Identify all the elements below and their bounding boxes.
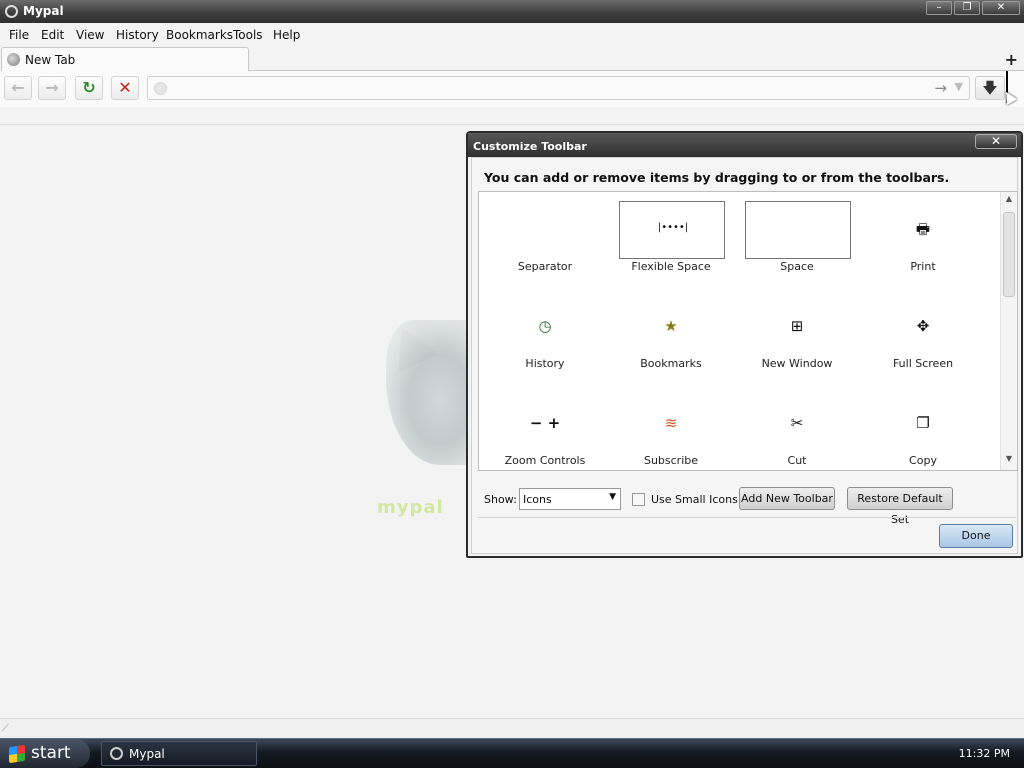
palette-item-label: Cut: [787, 454, 807, 467]
add-new-toolbar-button[interactable]: Add New Toolbar: [739, 487, 835, 510]
palette-item-cut[interactable]: ✂ Cut: [734, 386, 860, 478]
palette-item-separator[interactable]: Separator: [482, 192, 608, 284]
minimize-button[interactable]: –: [926, 1, 952, 15]
restore-default-set-button[interactable]: Restore Default Set: [847, 487, 953, 526]
taskbar: start Mypal 11:32 PM: [0, 738, 1024, 768]
palette-item-full-screen[interactable]: ✥ Full Screen: [860, 289, 986, 381]
bookmarks-star-icon: ★: [664, 317, 678, 335]
dialog-title: Customize Toolbar: [473, 140, 587, 153]
system-clock: 11:32 PM: [958, 747, 1010, 760]
mypal-wordmark: mypal: [377, 497, 444, 518]
dialog-divider: [478, 517, 1016, 518]
scroll-thumb[interactable]: [1003, 212, 1015, 297]
back-button[interactable]: ←: [4, 76, 32, 100]
small-icons-label: Use Small Icons: [651, 493, 738, 506]
show-mode-select[interactable]: Icons ▼: [519, 488, 621, 510]
menu-help[interactable]: Help: [273, 28, 300, 42]
palette-item-label: Zoom Controls: [504, 454, 586, 467]
new-window-icon: ⊞: [790, 317, 804, 335]
task-label: Mypal: [129, 747, 165, 761]
customize-toolbar-dialog: Customize Toolbar ✕ You can add or remov…: [466, 131, 1023, 558]
palette-item-copy[interactable]: ❐ Copy: [860, 386, 986, 470]
palette-item-label: Print: [910, 260, 936, 273]
zoom-controls-icon: − +: [529, 414, 561, 432]
flexible-space-icon: |••••|: [657, 222, 689, 233]
mypal-task-icon: [110, 747, 123, 760]
forward-button[interactable]: →: [38, 76, 66, 100]
menu-edit[interactable]: Edit: [41, 28, 64, 42]
palette-scrollbar[interactable]: ▲ ▼: [1000, 192, 1017, 470]
download-button[interactable]: 🡇: [975, 76, 1005, 100]
menu-file[interactable]: File: [9, 28, 29, 42]
toolbar-item-palette: Separator |••••| Flexible Space Space 🖶 …: [478, 191, 1018, 471]
dialog-titlebar: Customize Toolbar ✕: [468, 133, 1021, 157]
navigation-toolbar: ← → ↻ ✕ → ▼ 🡇: [0, 71, 1024, 107]
space-box: [745, 201, 851, 259]
windows-flag-icon: [9, 744, 25, 764]
start-button[interactable]: start: [0, 739, 90, 768]
history-clock-icon: ◷: [538, 317, 552, 335]
tab-label: New Tab: [25, 53, 76, 67]
scissors-icon: ✂: [790, 414, 804, 432]
palette-item-print[interactable]: 🖶 Print: [860, 192, 986, 284]
mypal-logo-icon: [5, 5, 18, 18]
palette-item-bookmarks[interactable]: ★ Bookmarks: [608, 289, 734, 381]
show-mode-value: Icons: [523, 493, 552, 506]
small-icons-checkbox[interactable]: [632, 493, 645, 506]
scroll-down-icon[interactable]: ▼: [1001, 454, 1017, 468]
tab-new-tab[interactable]: New Tab: [1, 47, 249, 71]
show-label: Show:: [484, 493, 517, 506]
palette-item-label: Subscribe: [643, 454, 699, 467]
window-title: Mypal: [23, 4, 64, 18]
flexible-space-box: |••••|: [619, 201, 725, 259]
menu-bar: File Edit View History Bookmarks Tools H…: [0, 23, 1024, 47]
url-bar[interactable]: → ▼: [147, 76, 970, 100]
cat-mascot-graphic: [386, 320, 476, 465]
stop-button[interactable]: ✕: [111, 76, 139, 100]
palette-item-flexible-space[interactable]: |••••| Flexible Space: [608, 192, 734, 284]
palette-item-label: Separator: [517, 260, 573, 273]
palette-item-label: Copy: [909, 454, 937, 467]
print-icon: 🖶: [915, 220, 931, 238]
done-button[interactable]: Done: [939, 524, 1013, 548]
url-dropdown-icon[interactable]: ▼: [955, 80, 963, 93]
reload-button[interactable]: ↻: [75, 76, 103, 100]
dialog-body: You can add or remove items by dragging …: [471, 157, 1018, 554]
resize-grip-icon[interactable]: ⟋: [2, 723, 12, 735]
palette-item-zoom-controls[interactable]: − + Zoom Controls: [482, 386, 608, 478]
window-titlebar: Mypal – ❐ ✕: [0, 0, 1024, 23]
dialog-instruction: You can add or remove items by dragging …: [484, 170, 950, 185]
dialog-close-button[interactable]: ✕: [975, 134, 1017, 149]
rss-feed-icon: ≋: [664, 414, 678, 432]
new-tab-button[interactable]: +: [1005, 50, 1018, 69]
palette-item-label: Bookmarks: [640, 357, 702, 370]
full-screen-icon: ✥: [916, 317, 930, 335]
go-arrow-icon[interactable]: →: [934, 79, 947, 97]
maximize-button[interactable]: ❐: [954, 1, 980, 15]
taskbar-mypal-button[interactable]: Mypal: [101, 741, 257, 766]
palette-item-subscribe[interactable]: ≋ Subscribe: [608, 386, 734, 478]
status-bar: ⟋: [0, 718, 1024, 738]
menu-view[interactable]: View: [76, 28, 104, 42]
copy-icon: ❐: [916, 414, 930, 432]
close-window-button[interactable]: ✕: [982, 1, 1020, 15]
palette-item-label: Space: [780, 260, 814, 273]
menu-history[interactable]: History: [116, 28, 159, 42]
chevron-down-icon: ▼: [609, 492, 616, 502]
palette-item-history[interactable]: ◷ History: [482, 289, 608, 381]
palette-item-new-window[interactable]: ⊞ New Window: [734, 289, 860, 381]
tab-strip: New Tab +: [0, 47, 1024, 71]
scroll-up-icon[interactable]: ▲: [1001, 194, 1017, 208]
palette-item-label: History: [525, 357, 565, 370]
palette-item-label: New Window: [761, 357, 833, 370]
menu-bookmarks[interactable]: Bookmarks: [166, 28, 233, 42]
palette-item-label: Flexible Space: [631, 260, 711, 273]
site-identity-icon: [154, 82, 167, 95]
menu-tools[interactable]: Tools: [233, 28, 263, 42]
palette-item-label: Full Screen: [892, 357, 954, 370]
start-label: start: [31, 743, 71, 763]
palette-item-space[interactable]: Space: [734, 192, 860, 284]
globe-icon: [7, 53, 20, 66]
